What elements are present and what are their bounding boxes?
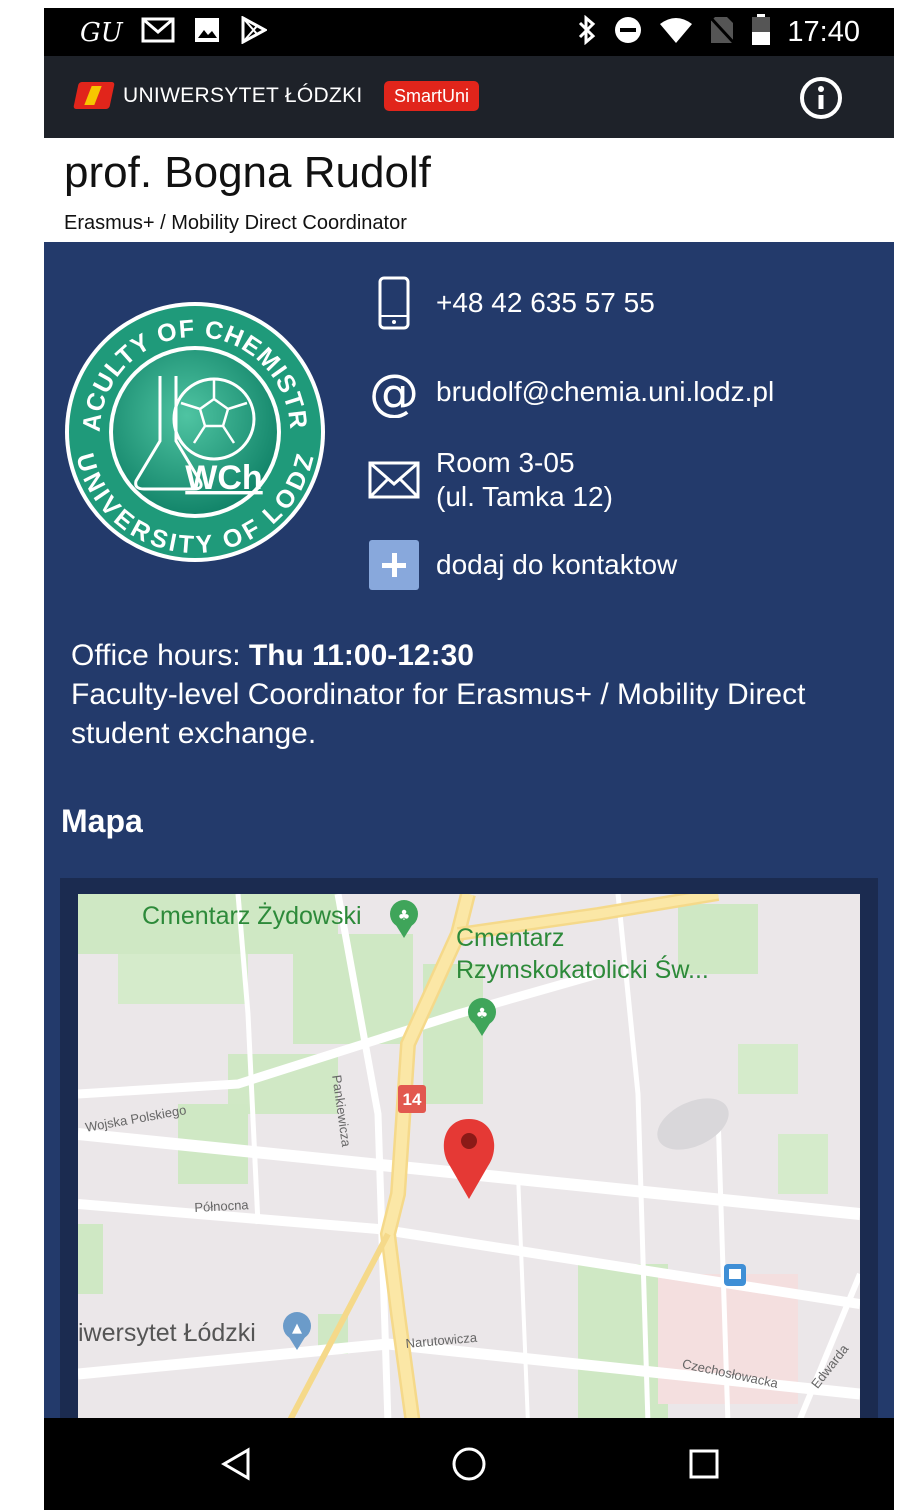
map-label-university: iwersytet Łódzki (78, 1319, 256, 1347)
wifi-icon (659, 16, 693, 49)
bluetooth-icon (577, 14, 597, 50)
address-text: Room 3-05 (ul. Tamka 12) (436, 446, 613, 514)
add-contact-label: dodaj do kontaktow (436, 549, 678, 580)
info-icon (800, 77, 842, 119)
svg-text:♣: ♣ (476, 1006, 489, 1022)
email-row[interactable]: @ brudolf@chemia.uni.lodz.pl (366, 366, 774, 418)
gmail-icon (141, 16, 175, 49)
profile-role: Erasmus+ / Mobility Direct Coordinator (64, 212, 407, 234)
faculty-of-chemistry-logo: FACULTY OF CHEMISTRY UNIVERSITY OF LODZ … (55, 279, 326, 563)
add-contact-row[interactable]: dodaj do kontaktow (366, 540, 677, 590)
office-hours-label: Office hours: (71, 639, 241, 672)
recents-icon (689, 1449, 719, 1479)
phone-icon (366, 276, 422, 330)
home-icon (452, 1447, 486, 1481)
plus-icon (369, 540, 419, 590)
svg-text:@: @ (369, 366, 419, 418)
map-section-title: Mapa (61, 803, 143, 839)
profile-name: prof. Bogna Rudolf (64, 148, 431, 197)
map-frame: 14 ♣ ♣ ▲ Cmentarz Żydowski Cmentarz Rzym… (60, 878, 878, 1438)
office-description: Faculty-level Coordinator for Erasmus+ /… (71, 678, 806, 750)
status-bar: GU 17:40 (44, 8, 894, 56)
recents-button[interactable] (684, 1444, 724, 1484)
profile-header: prof. Bogna Rudolf Erasmus+ / Mobility D… (44, 138, 894, 242)
map-label-catholic-cemetery-1: Cmentarz (456, 924, 565, 952)
map-label-catholic-cemetery-2: Rzymskokatolicki Św... (456, 956, 709, 984)
do-not-disturb-icon (613, 15, 643, 50)
app-bar: UNIWERSYTET ŁÓDZKI SmartUni (44, 56, 894, 138)
gu-icon: GU (80, 17, 123, 48)
phone-screen: GU 17:40 UNIWERSYTET ŁÓDZKI SmartUni pro… (44, 8, 894, 1510)
street-line: (ul. Tamka 12) (436, 481, 613, 512)
university-logo-icon (73, 82, 115, 109)
back-icon (221, 1447, 250, 1481)
address-row[interactable]: Room 3-05 (ul. Tamka 12) (366, 446, 613, 514)
info-button[interactable] (799, 76, 843, 120)
logo-center-text: WCh (185, 459, 262, 497)
image-icon (193, 16, 221, 49)
battery-icon (751, 14, 771, 51)
svg-text:▲: ▲ (292, 1321, 302, 1336)
street-label: Północna (194, 1197, 249, 1215)
smartuni-badge: SmartUni (384, 81, 480, 111)
university-name: UNIWERSYTET ŁÓDZKI (123, 84, 363, 107)
no-sim-icon (709, 15, 736, 50)
home-button[interactable] (449, 1444, 489, 1484)
location-marker-icon[interactable] (443, 1119, 495, 1199)
envelope-icon (366, 460, 422, 500)
map-view[interactable]: 14 ♣ ♣ ▲ Cmentarz Żydowski Cmentarz Rzym… (78, 894, 860, 1424)
play-store-icon (239, 15, 268, 49)
navigation-bar (44, 1418, 894, 1510)
office-hours-value: Thu 11:00-12:30 (248, 639, 474, 672)
svg-text:♣: ♣ (398, 908, 411, 924)
phone-number: +48 42 635 57 55 (436, 287, 655, 318)
room-line: Room 3-05 (436, 447, 575, 478)
back-button[interactable] (216, 1444, 256, 1484)
at-sign-icon: @ (366, 366, 422, 418)
office-info: Office hours: Thu 11:00-12:30 Faculty-le… (71, 636, 861, 753)
status-time: 17:40 (787, 16, 860, 48)
email-address: brudolf@chemia.uni.lodz.pl (436, 376, 775, 407)
phone-row[interactable]: +48 42 635 57 55 (366, 276, 655, 330)
map-label-jewish-cemetery: Cmentarz Żydowski (142, 902, 362, 930)
route-14-badge: 14 (403, 1090, 422, 1109)
